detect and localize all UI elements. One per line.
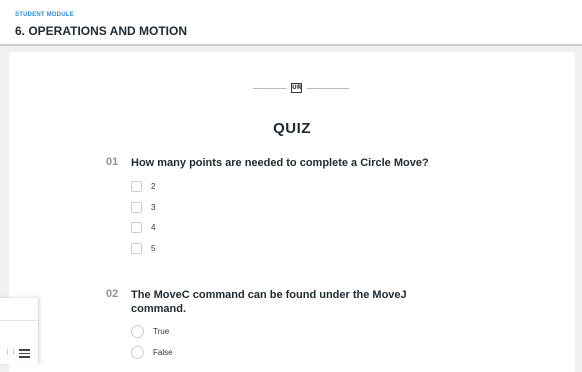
module-label: STUDENT MODULE [15,12,74,18]
section-divider: UR [9,82,575,94]
question-number: 02 [106,288,119,300]
option-label: 2 [151,182,156,191]
option-label: 4 [151,223,156,232]
answer-option-4[interactable]: 4 [131,221,155,234]
module-header: STUDENT MODULE 6. OPERATIONS AND MOTION [0,0,582,46]
option-label: True [153,327,170,336]
page-title: 6. OPERATIONS AND MOTION [15,24,188,38]
answer-option-5[interactable]: 5 [131,242,155,255]
radio-button[interactable] [131,325,144,338]
quiz-title: QUIZ [273,120,311,137]
question-number: 01 [106,156,119,168]
ur-logo-icon: UR [291,83,302,93]
divider-line-left [253,88,287,89]
question-text: The MoveC command can be found under the… [131,289,407,315]
checkbox[interactable] [131,243,142,254]
checkbox[interactable] [131,181,142,192]
answer-option-2[interactable]: 2 [131,180,155,193]
quiz-content: UR QUIZ 01 How many points are needed to… [9,52,575,372]
expand-arrows-icon[interactable]: ‹ › ‹ › [6,349,15,357]
option-label: 3 [151,203,156,212]
hamburger-menu-icon[interactable] [19,349,30,358]
divider-line-right [307,88,349,89]
answer-option-true[interactable]: True [131,325,169,338]
option-label: 5 [151,244,156,253]
checkbox[interactable] [131,222,142,233]
panel-divider [0,320,38,321]
side-panel: ‹ › ‹ › [0,298,39,364]
answer-option-3[interactable]: 3 [131,201,155,214]
checkbox[interactable] [131,202,142,213]
radio-button[interactable] [131,346,144,359]
answer-option-false[interactable]: False [131,346,173,359]
question-text: How many points are needed to complete a… [131,157,429,169]
option-label: False [153,348,173,357]
